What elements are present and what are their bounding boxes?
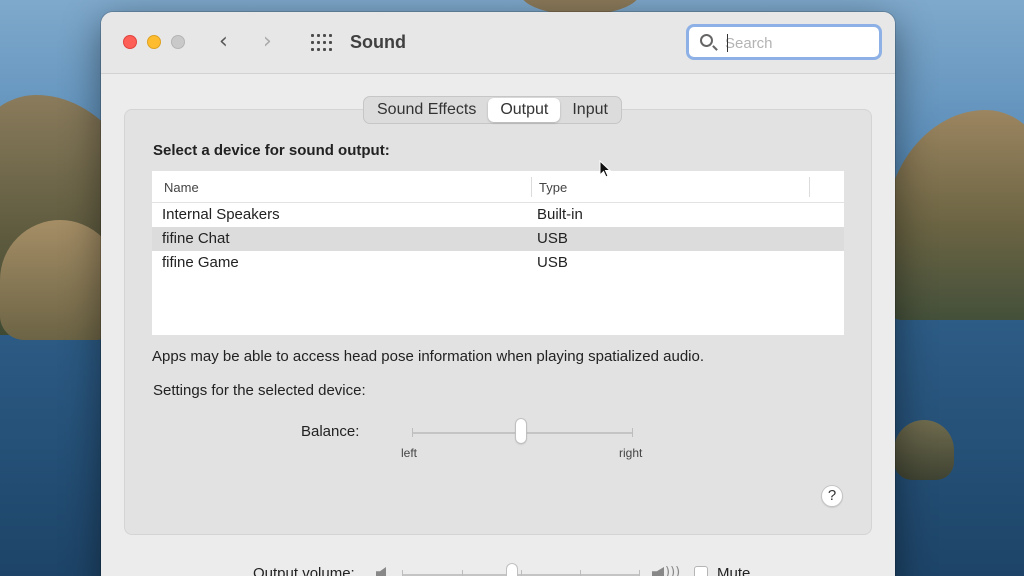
output-volume-slider-knob[interactable] [507,564,517,576]
title-bar: ‹ › Sound [101,12,895,74]
volume-tick [521,570,522,576]
balance-label: Balance: [301,423,360,440]
wallpaper-rock-right [894,420,954,480]
search-icon [700,34,713,47]
tab-bar: Sound Effects Output Input [363,96,622,124]
device-type: USB [537,254,568,271]
zoom-window-button[interactable] [171,35,185,49]
device-name: fifine Chat [162,230,230,247]
balance-tick [632,428,633,437]
device-name: fifine Game [162,254,239,271]
text-caret [727,34,728,52]
search-input[interactable] [725,31,875,55]
table-row[interactable]: Internal Speakers Built-in [152,203,844,227]
mute-checkbox[interactable] [694,566,708,576]
output-panel: Select a device for sound output: Name T… [124,109,872,535]
column-header-type[interactable]: Type [539,180,567,195]
volume-tick [462,570,463,576]
chevron-right-icon[interactable]: › [263,30,272,54]
table-row[interactable]: fifine Game USB [152,251,844,275]
tab-input[interactable]: Input [560,98,620,122]
device-type: USB [537,230,568,247]
volume-tick [639,570,640,576]
chevron-left-icon[interactable]: ‹ [219,30,228,54]
table-row-selected[interactable]: fifine Chat USB [152,227,844,251]
balance-tick [412,428,413,437]
volume-tick [402,570,403,576]
spatial-audio-note: Apps may be able to access head pose inf… [152,348,705,365]
device-name: Internal Speakers [162,206,280,223]
balance-left-label: left [401,446,418,460]
show-all-grid-icon[interactable] [311,34,332,52]
speaker-low-icon [376,567,386,576]
balance-right-label: right [619,446,643,460]
column-header-name[interactable]: Name [164,180,199,195]
table-header: Name Type [152,171,844,203]
sound-waves-icon: ))) [665,565,681,576]
column-divider [531,177,532,197]
tab-sound-effects[interactable]: Sound Effects [365,98,488,122]
output-volume-label: Output volume: [253,565,355,576]
tab-output[interactable]: Output [488,98,561,122]
speaker-high-icon [652,567,664,576]
mute-label: Mute [717,565,751,576]
column-divider [809,177,810,197]
help-button[interactable]: ? [821,485,843,507]
section-title: Select a device for sound output: [153,142,390,159]
sound-preferences-window: ‹ › Sound Select a device for sound outp… [101,12,895,576]
device-type: Built-in [537,206,583,223]
search-field[interactable] [686,24,882,60]
volume-tick [580,570,581,576]
mouse-pointer-icon [599,160,611,178]
window-title: Sound [350,32,406,52]
balance-slider-knob[interactable] [516,419,526,443]
settings-label: Settings for the selected device: [153,382,366,399]
close-window-button[interactable] [123,35,137,49]
minimize-window-button[interactable] [147,35,161,49]
output-device-table: Name Type Internal Speakers Built-in fif… [152,171,844,335]
